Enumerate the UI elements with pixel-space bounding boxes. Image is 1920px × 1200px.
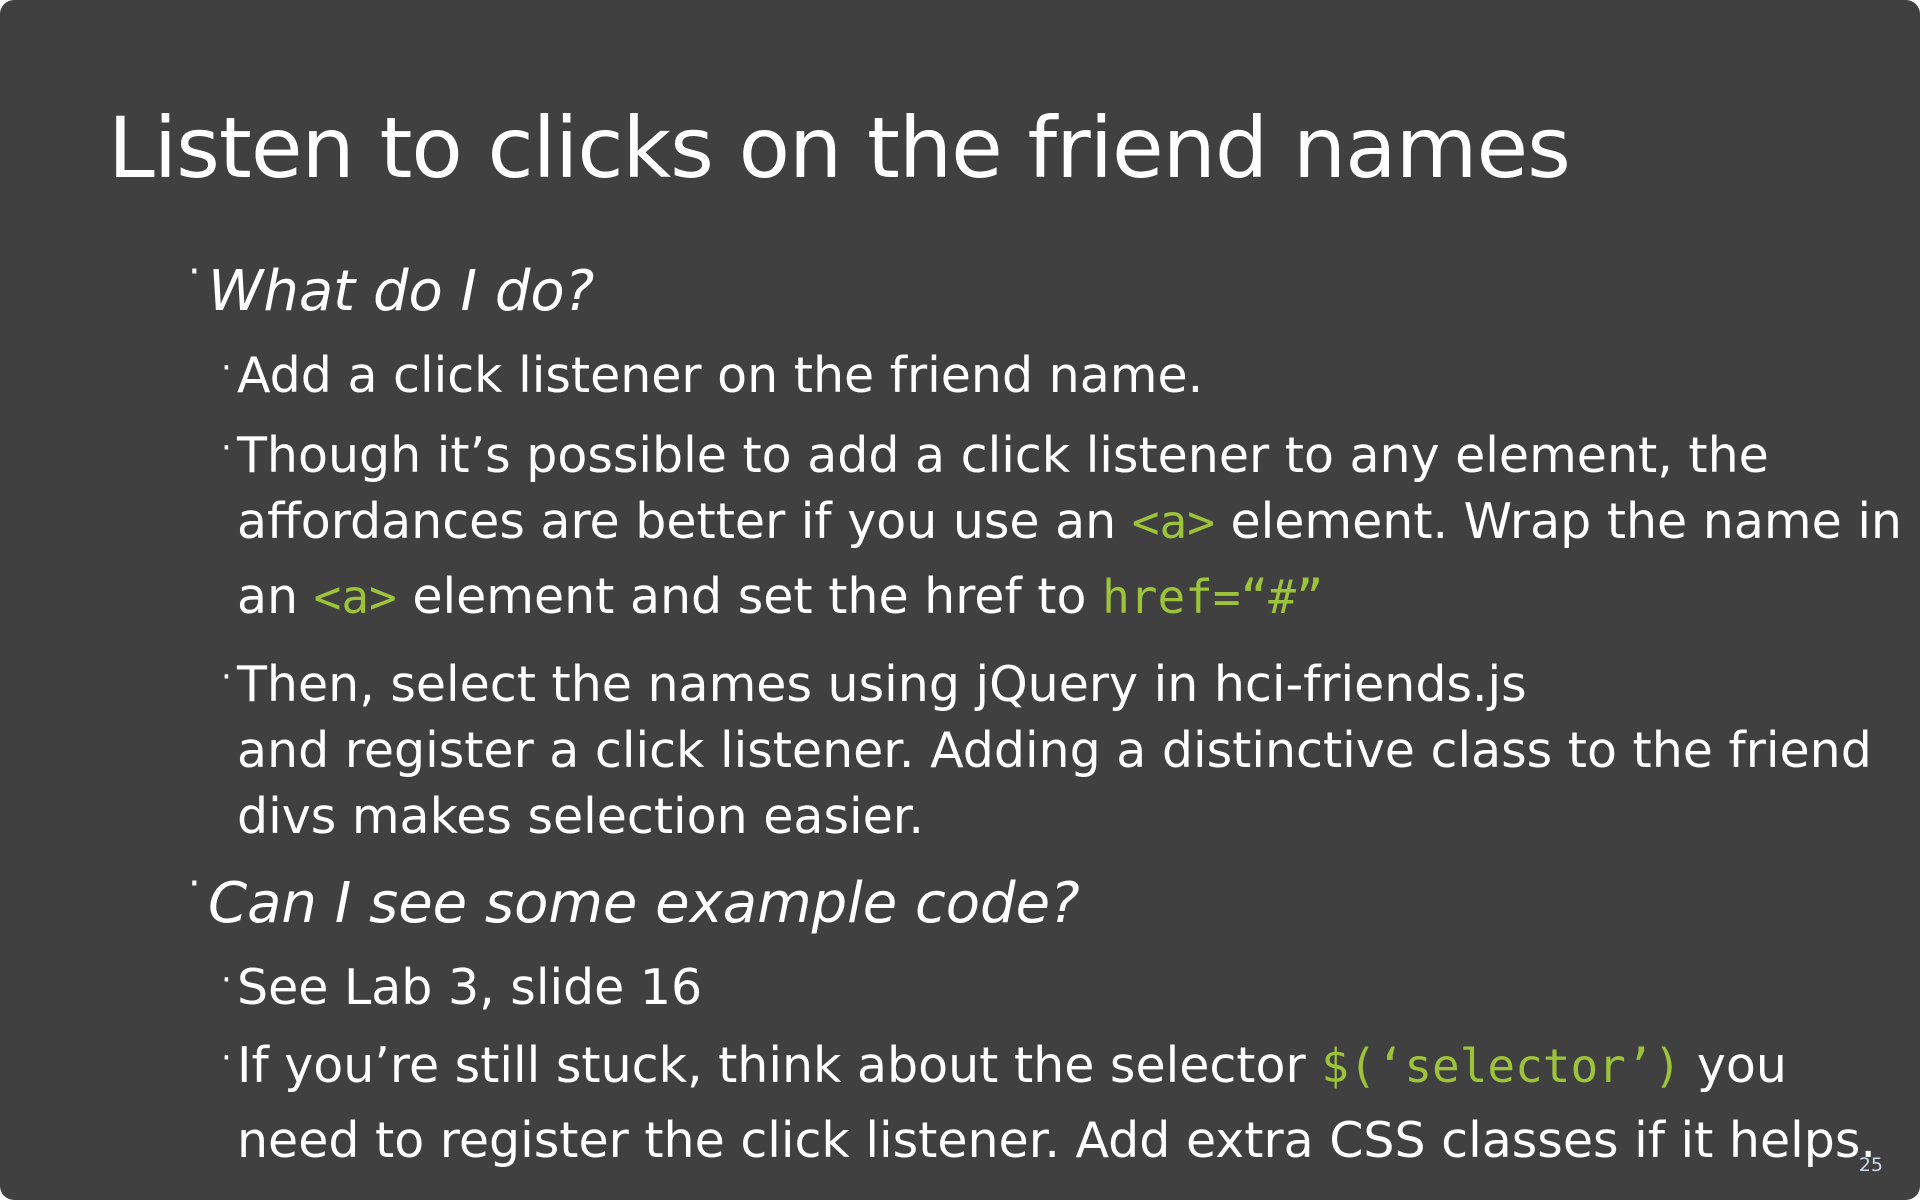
answer-text: affordances are better if you use an (237, 493, 1132, 550)
bullet-dot: · (221, 1038, 232, 1078)
answer-line: divs makes selection easier. (237, 788, 924, 845)
code-snippet-anchor-tag: <a> (1131, 495, 1215, 549)
answer-text: element. Wrap the name in (1214, 493, 1902, 550)
answer-bullet-anchor-element: · Though it’s possible to add a click li… (221, 423, 1902, 630)
slide: Listen to clicks on the friend names · W… (0, 0, 1920, 1200)
answer-text: See Lab 3, slide 16 (237, 959, 703, 1016)
bullet-dot: · (188, 249, 201, 295)
code-snippet-href: href=“#” (1102, 570, 1324, 624)
bullet-dot: · (188, 861, 201, 907)
page-number: 25 (1858, 1154, 1883, 1176)
code-snippet-selector: $(‘selector’) (1321, 1039, 1682, 1093)
question-text: Can I see some example code? (208, 871, 1080, 936)
answer-text: an (237, 568, 314, 625)
answer-text: you (1681, 1037, 1787, 1094)
bullet-dot: · (221, 348, 232, 388)
question-bullet-example-code: · Can I see some example code? (188, 861, 1080, 937)
answer-text: If you’re still stuck, think about the s… (237, 1037, 1322, 1094)
answer-bullet-see-lab: · See Lab 3, slide 16 (221, 955, 703, 1021)
code-snippet-anchor-tag: <a> (313, 570, 397, 624)
answer-bullet-add-listener: · Add a click listener on the friend nam… (221, 343, 1204, 409)
answer-line: and register a click listener. Adding a … (237, 722, 1872, 779)
answer-line: Though it’s possible to add a click list… (237, 423, 1902, 489)
answer-line: need to register the click listener. Add… (237, 1112, 1876, 1169)
answer-bullet-select-names: · Then, select the names using jQuery in… (221, 652, 1872, 850)
answer-line: an <a> element and set the href to href=… (237, 564, 1902, 630)
bullet-dot: · (221, 960, 232, 1000)
slide-title: Listen to clicks on the friend names (108, 99, 1571, 197)
bullet-dot: · (221, 428, 232, 468)
answer-text: Add a click listener on the friend name. (237, 347, 1204, 404)
bullet-dot: · (221, 657, 232, 697)
answer-line: Then, select the names using jQuery in h… (237, 656, 1527, 713)
question-text: What do I do? (208, 259, 595, 324)
question-bullet-what-do-i-do: · What do I do? (188, 249, 595, 325)
answer-line: If you’re still stuck, think about the s… (237, 1033, 1876, 1099)
answer-text: Though it’s possible to add a click list… (237, 427, 1769, 484)
answer-line: affordances are better if you use an <a>… (237, 489, 1902, 555)
answer-text: element and set the href to (396, 568, 1103, 625)
answer-bullet-selector-hint: · If you’re still stuck, think about the… (221, 1033, 1876, 1174)
